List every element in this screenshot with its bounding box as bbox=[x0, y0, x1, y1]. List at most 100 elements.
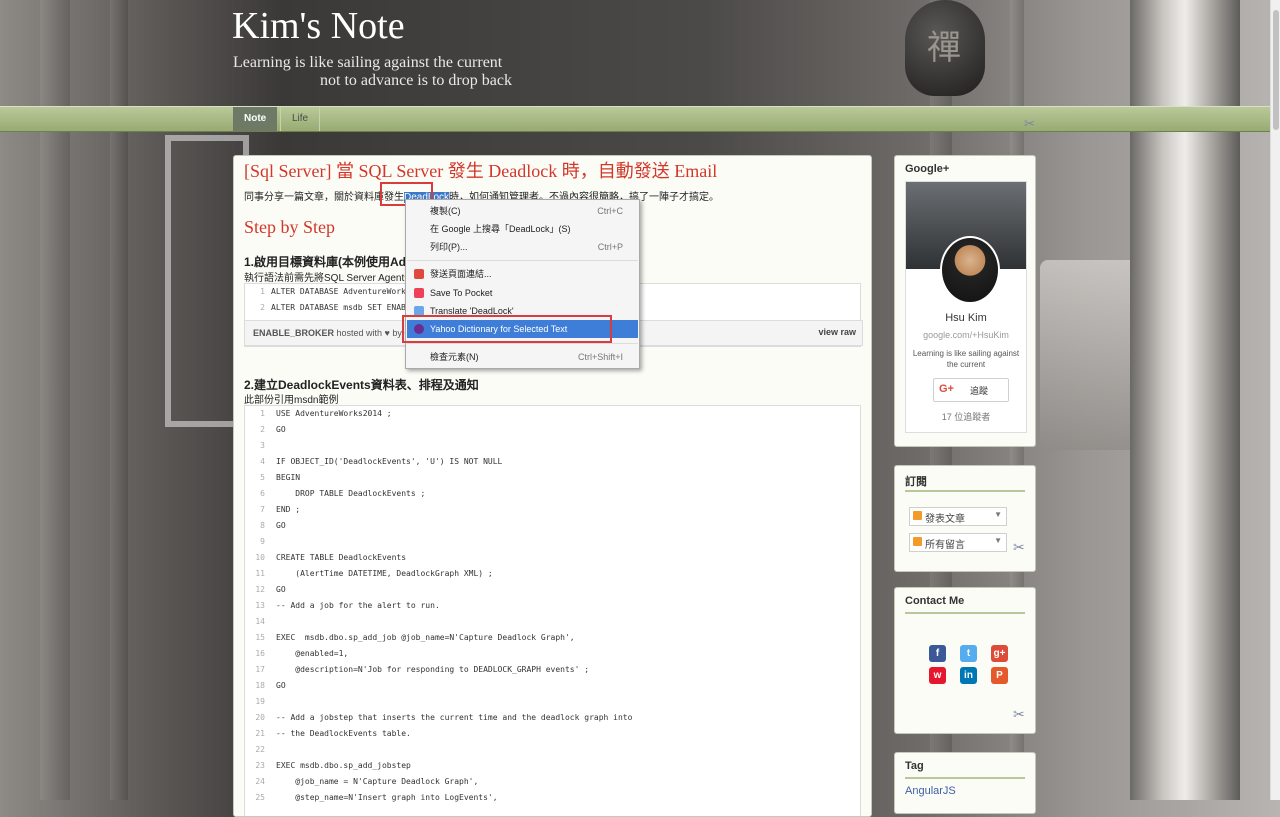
wrench-icon[interactable]: ✂ bbox=[1013, 706, 1025, 723]
menu-item-print[interactable]: 列印(P)... Ctrl+P bbox=[407, 238, 638, 256]
code-text: USE AdventureWorks2014 ; bbox=[276, 409, 392, 418]
code-line: 12 GO bbox=[245, 582, 860, 598]
widget-title: 訂閱 bbox=[905, 476, 927, 488]
line-number: 15 bbox=[255, 633, 265, 642]
line-number: 10 bbox=[255, 553, 265, 562]
code-line: 17 @description=N'Job for responding to … bbox=[245, 662, 860, 678]
code-line: 6 DROP TABLE DeadlockEvents ; bbox=[245, 486, 860, 502]
tag-link[interactable]: AngularJS bbox=[905, 785, 956, 797]
code-line: 22 bbox=[245, 742, 860, 758]
line-number: 14 bbox=[255, 617, 265, 626]
menu-item-google-search[interactable]: 在 Google 上搜尋「DeadLock」(S) bbox=[407, 220, 638, 238]
code-line: 23 EXEC msdb.dbo.sp_add_jobstep bbox=[245, 758, 860, 774]
rss-icon bbox=[913, 537, 922, 546]
line-number: 6 bbox=[260, 489, 265, 498]
wrench-icon[interactable]: ✂ bbox=[1013, 539, 1025, 556]
code-text: CREATE TABLE DeadlockEvents bbox=[276, 553, 407, 562]
code-text: @job_name = N'Capture Deadlock Graph', bbox=[276, 777, 479, 786]
section1-title: 1.啟用目標資料庫(本例使用Adver bbox=[244, 255, 425, 269]
section2-subtitle: 此部份引用msdn範例 bbox=[244, 395, 339, 406]
menu-highlight-box bbox=[402, 315, 612, 343]
widget-tag: Tag AngularJS bbox=[894, 752, 1036, 814]
line-number: 9 bbox=[260, 537, 265, 546]
twitter-icon[interactable]: t bbox=[960, 645, 977, 662]
code-line: 13 -- Add a job for the alert to run. bbox=[245, 598, 860, 614]
tab-life[interactable]: Life bbox=[280, 107, 321, 131]
menu-label: 在 Google 上搜尋「DeadLock」(S) bbox=[430, 224, 571, 234]
dropdown-label: 所有留言 bbox=[925, 540, 965, 551]
profile-url[interactable]: google.com/+HsuKim bbox=[906, 330, 1026, 340]
site-header: Kim's Note Learning is like sailing agai… bbox=[0, 0, 1270, 106]
menu-shortcut: Ctrl+C bbox=[597, 206, 623, 216]
code-text: EXEC msdb.dbo.sp_add_job @job_name=N'Cap… bbox=[276, 633, 575, 642]
facebook-icon[interactable]: f bbox=[929, 645, 946, 662]
widget-googleplus: Google+ Hsu Kim google.com/+HsuKim Learn… bbox=[894, 155, 1036, 447]
menu-item-send-link[interactable]: 發送頁面連結... bbox=[407, 265, 638, 283]
view-raw-link[interactable]: view raw bbox=[818, 327, 856, 337]
code-text: ALTER DATABASE msdb SET ENABLE bbox=[271, 303, 416, 312]
code-text: GO bbox=[276, 585, 286, 594]
menu-shortcut: Ctrl+P bbox=[597, 242, 623, 252]
line-number: 19 bbox=[255, 697, 265, 706]
menu-item-inspect[interactable]: 檢查元素(N) Ctrl+Shift+I bbox=[407, 348, 638, 366]
rss-icon bbox=[913, 511, 922, 520]
follower-count: 17 位追蹤者 bbox=[941, 412, 991, 422]
subscribe-posts-dropdown[interactable]: 發表文章 ▼ bbox=[909, 507, 1007, 526]
chevron-down-icon: ▼ bbox=[994, 510, 1002, 519]
code-text: GO bbox=[276, 681, 286, 690]
code-line: 11 (AlertTime DATETIME, DeadlockGraph XM… bbox=[245, 566, 860, 582]
code-text: (AlertTime DATETIME, DeadlockGraph XML) … bbox=[276, 569, 493, 578]
site-title[interactable]: Kim's Note bbox=[232, 4, 405, 48]
plurk-icon[interactable]: P bbox=[991, 667, 1008, 684]
linkedin-icon[interactable]: in bbox=[960, 667, 977, 684]
pocket-icon bbox=[414, 288, 424, 298]
line-number: 11 bbox=[255, 569, 265, 578]
menu-item-pocket[interactable]: Save To Pocket bbox=[407, 284, 638, 302]
line-number: 2 bbox=[260, 303, 265, 312]
line-number: 22 bbox=[255, 745, 265, 754]
line-number: 24 bbox=[255, 777, 265, 786]
gist-filename[interactable]: ENABLE_BROKER hosted with ♥ by Gi bbox=[253, 328, 413, 338]
code-text: END ; bbox=[276, 505, 301, 514]
code-line: 4 IF OBJECT_ID('DeadlockEvents', 'U') IS … bbox=[245, 454, 860, 470]
code-line: 8 GO bbox=[245, 518, 860, 534]
line-number: 5 bbox=[260, 473, 265, 482]
code-text: @step_name=N'Insert graph into LogEvents… bbox=[276, 793, 498, 802]
post-title[interactable]: [Sql Server] 當 SQL Server 發生 Deadlock 時，… bbox=[244, 157, 717, 183]
code-text: @description=N'Job for responding to DEA… bbox=[276, 665, 590, 674]
googleplus-icon[interactable]: g+ bbox=[991, 645, 1008, 662]
googleplus-icon: G+ bbox=[939, 383, 954, 395]
line-number: 2 bbox=[260, 425, 265, 434]
code-text: GO bbox=[276, 425, 286, 434]
line-number: 20 bbox=[255, 713, 265, 722]
widget-divider bbox=[905, 612, 1025, 614]
profile-name[interactable]: Hsu Kim bbox=[906, 312, 1026, 324]
scrollbar[interactable] bbox=[1270, 0, 1280, 800]
menu-label: 檢查元素(N) bbox=[430, 352, 479, 362]
section1-subtitle: 執行語法前需先將SQL Server Agent停用 bbox=[244, 269, 424, 284]
step-heading: Step by Step bbox=[244, 217, 336, 237]
widget-divider bbox=[905, 777, 1025, 779]
menu-item-copy[interactable]: 複製(C) Ctrl+C bbox=[407, 202, 638, 220]
code-text: IF OBJECT_ID('DeadlockEvents', 'U') IS N… bbox=[276, 457, 503, 466]
menu-separator bbox=[407, 343, 638, 344]
code-line: 9 bbox=[245, 534, 860, 550]
line-number: 18 bbox=[255, 681, 265, 690]
wrench-icon[interactable]: ✂ bbox=[1024, 116, 1035, 132]
weibo-icon[interactable]: w bbox=[929, 667, 946, 684]
line-number: 4 bbox=[260, 457, 265, 466]
scrollbar-thumb[interactable] bbox=[1273, 10, 1279, 130]
line-number: 1 bbox=[260, 409, 265, 418]
avatar[interactable] bbox=[940, 236, 1000, 304]
code-line: 21 -- the DeadlockEvents table. bbox=[245, 726, 860, 742]
widget-divider bbox=[905, 490, 1025, 492]
code-block: 1 USE AdventureWorks2014 ; 2 GO 3 4 IF OBJECT_… bbox=[244, 405, 861, 816]
subscribe-comments-dropdown[interactable]: 所有留言 ▼ bbox=[909, 533, 1007, 552]
follow-button[interactable]: G+ 追蹤 bbox=[933, 378, 1009, 402]
code-text: -- Add a jobstep that inserts the curren… bbox=[276, 713, 633, 722]
site-tagline-line2: not to advance is to drop back bbox=[320, 72, 512, 89]
menu-separator bbox=[407, 260, 638, 261]
gist-filename-text[interactable]: ENABLE_BROKER bbox=[253, 328, 334, 338]
widget-contact: Contact Me f t g+ w in P ✂ bbox=[894, 587, 1036, 734]
tab-note[interactable]: Note bbox=[233, 107, 278, 131]
